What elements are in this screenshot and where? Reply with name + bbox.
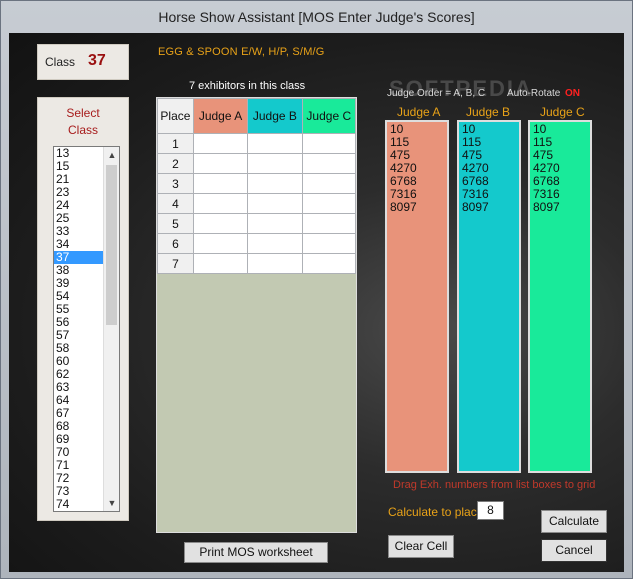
class-label: Class [45,55,76,69]
grid-cell-judge-a[interactable] [192,133,249,154]
window-title: Horse Show Assistant [MOS Enter Judge's … [158,9,475,25]
grid-row: 4 [157,193,357,214]
grid-place-cell: 5 [157,213,194,234]
print-worksheet-button[interactable]: Print MOS worksheet [184,542,328,563]
auto-rotate-label: Auto-Rotate [507,88,561,99]
grid-cell-judge-b[interactable] [247,173,303,194]
select-class-title-1: Select [66,106,100,120]
grid-cell-judge-c[interactable] [301,173,357,194]
grid-cell-judge-a[interactable] [192,193,249,214]
header-place: Place [157,98,194,134]
grid-place-cell: 7 [157,253,194,274]
grid-cell-judge-b[interactable] [247,213,303,234]
class-list-item[interactable]: 74 [54,498,104,511]
scroll-up-icon[interactable]: ▲ [104,147,119,163]
grid-cell-judge-b[interactable] [247,233,303,254]
class-listbox[interactable]: 13 15 21 23 24 25 33 34 37 38 39 54 55 56 57 58 60 62 63 64… [53,146,120,512]
scores-grid-area: Place Judge A Judge B Judge C 1234567 [156,97,357,533]
calculate-to-place-input[interactable]: 8 [477,501,504,520]
grid-cell-judge-a[interactable] [192,253,249,274]
judge-a-listbox[interactable]: 10 115 475 4270 6768 7316 8097 [385,120,449,473]
grid-cell-judge-c[interactable] [301,233,357,254]
grid-row: 2 [157,153,357,174]
judge-order-label: Judge Order = A, B, C [387,88,486,99]
header-judge-c: Judge C [301,98,357,134]
grid-row: 5 [157,213,357,234]
drag-hint: Drag Exh. numbers from list boxes to gri… [393,479,596,491]
main-window: Horse Show Assistant [MOS Enter Judge's … [0,0,633,579]
judge-a-label: Judge A [397,105,441,119]
judge-list-item[interactable]: 8097 [459,201,519,214]
judge-list-item[interactable]: 8097 [387,201,447,214]
grid-cell-judge-b[interactable] [247,133,303,154]
grid-cell-judge-a[interactable] [192,213,249,234]
grid-place-cell: 3 [157,173,194,194]
header-judge-b: Judge B [247,98,303,134]
grid-cell-judge-a[interactable] [192,153,249,174]
auto-rotate-toggle[interactable]: ON [565,88,580,99]
scroll-thumb[interactable] [106,165,117,325]
class-title: EGG & SPOON E/W, H/P, S/M/G [158,46,325,58]
grid-cell-judge-c[interactable] [301,133,357,154]
grid-row: 3 [157,173,357,194]
calculate-button[interactable]: Calculate [541,510,607,533]
header-judge-a: Judge A [192,98,249,134]
grid-cell-judge-c[interactable] [301,253,357,274]
calculate-to-label: Calculate to place [388,505,484,519]
scroll-down-icon[interactable]: ▼ [104,495,119,511]
judge-c-label: Judge C [540,105,585,119]
class-list-items: 13 15 21 23 24 25 33 34 37 38 39 54 55 56 57 58 60 62 63 64… [54,147,104,511]
grid-cell-judge-a[interactable] [192,233,249,254]
grid-cell-judge-b[interactable] [247,153,303,174]
clear-cell-button[interactable]: Clear Cell [388,535,454,558]
judge-c-listbox[interactable]: 10 115 475 4270 6768 7316 8097 [528,120,592,473]
grid-place-cell: 6 [157,233,194,254]
judge-list-item[interactable]: 8097 [530,201,590,214]
grid-cell-judge-c[interactable] [301,153,357,174]
select-class-title-2: Class [67,123,98,137]
exhibitor-count: 7 exhibitors in this class [189,80,306,92]
grid-cell-judge-a[interactable] [192,173,249,194]
judge-b-label: Judge B [466,105,511,119]
grid-cell-judge-c[interactable] [301,213,357,234]
grid-row: 7 [157,253,357,274]
client-area: Class 37 Select Class 13 15 21 23 24 25 33 34 37… [9,33,624,572]
grid-cell-judge-b[interactable] [247,193,303,214]
grid-cell-judge-c[interactable] [301,193,357,214]
class-value: 37 [88,52,106,69]
class-box: Class 37 [37,44,129,80]
cancel-button[interactable]: Cancel [541,539,607,562]
grid-row: 6 [157,233,357,254]
class-list-scrollbar[interactable]: ▲ ▼ [103,147,119,511]
scores-grid: Place Judge A Judge B Judge C 1234567 [157,98,357,274]
grid-place-cell: 1 [157,133,194,154]
grid-place-cell: 2 [157,153,194,174]
grid-cell-judge-b[interactable] [247,253,303,274]
select-class-panel: Select Class 13 15 21 23 24 25 33 34 37 38 39 54 55 5… [37,97,129,521]
grid-row: 1 [157,133,357,154]
grid-place-cell: 4 [157,193,194,214]
judge-b-listbox[interactable]: 10 115 475 4270 6768 7316 8097 [457,120,521,473]
